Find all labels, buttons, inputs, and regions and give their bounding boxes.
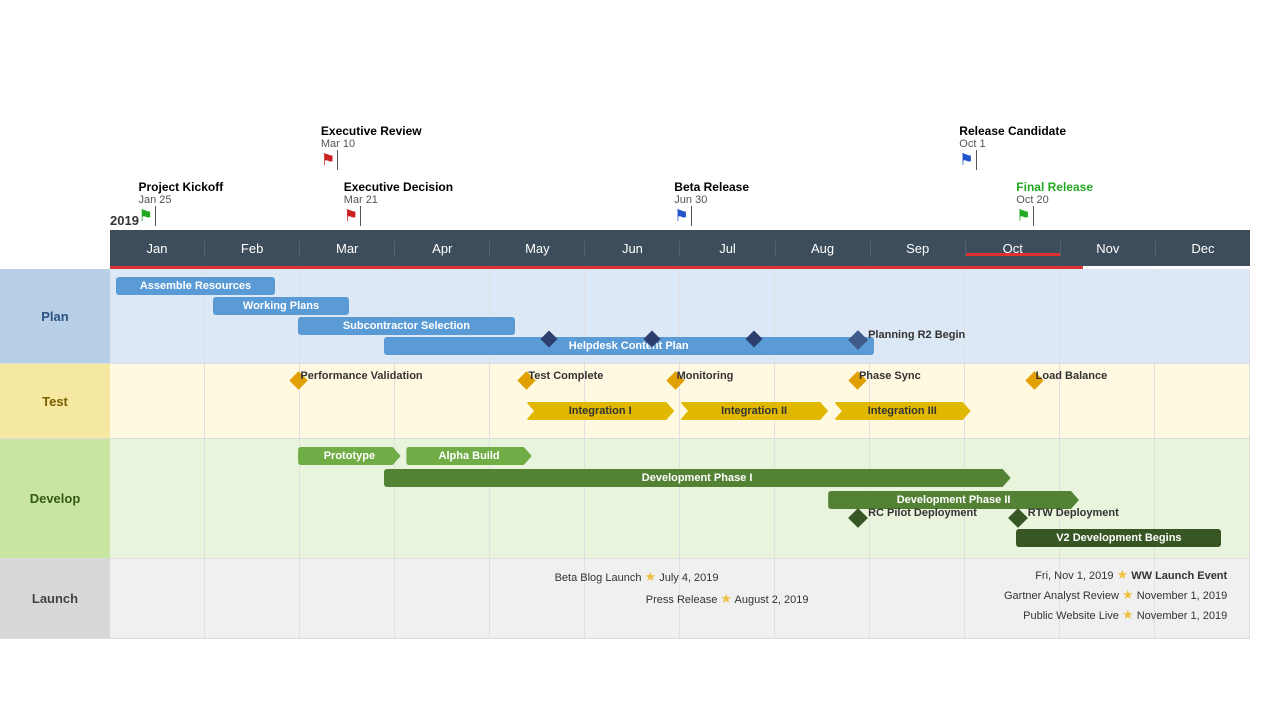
milestone-exec-decision: Executive Decision Mar 21 ⚑ (344, 180, 453, 226)
milestones-area: 2019 Project Kickoff Jan 25 ⚑ Executive … (110, 20, 1250, 230)
month-apr: Apr (395, 241, 490, 256)
row-test-content: Performance Validation Test Complete Mon… (110, 364, 1250, 438)
diamond-rtw (1008, 508, 1028, 528)
label-test-complete: Test Complete (528, 370, 603, 382)
bar-assemble-resources: Assemble Resources (116, 277, 276, 295)
label-load-balance: Load Balance (1036, 370, 1108, 382)
milestone-project-kickoff: Project Kickoff Jan 25 ⚑ (139, 180, 224, 226)
gantt-chart: 2019 Project Kickoff Jan 25 ⚑ Executive … (0, 0, 1280, 720)
row-plan-content: Assemble Resources Working Plans Subcont… (110, 269, 1250, 363)
gantt-area: Plan Assemble Resources Working Plans Su… (0, 269, 1250, 639)
year-label: 2019 (110, 213, 139, 228)
row-test: Test Performance Validation Test Complet… (0, 364, 1250, 439)
milestone-release-candidate: Release Candidate Oct 1 ⚑ (959, 124, 1066, 170)
row-plan: Plan Assemble Resources Working Plans Su… (0, 269, 1250, 364)
label-rc-pilot: RC Pilot Deployment (868, 507, 977, 519)
bar-integration-ii: Integration II (680, 402, 828, 420)
label-rtw: RTW Deployment (1028, 507, 1119, 519)
row-develop-content: Prototype Alpha Build Development Phase … (110, 439, 1250, 558)
row-plan-label: Plan (0, 269, 110, 363)
row-launch: Launch Beta Blog Launch ★ July 4, 2019 P… (0, 559, 1250, 639)
label-phase-sync: Phase Sync (859, 370, 921, 382)
milestone-final-release: Final Release Oct 20 ⚑ (1016, 180, 1093, 226)
bar-working-plans: Working Plans (213, 297, 350, 315)
bar-dev-phase-i: Development Phase I (384, 469, 1011, 487)
row-develop: Develop Prototype Alpha Build Developmen… (0, 439, 1250, 559)
month-nov: Nov (1061, 241, 1156, 256)
bar-integration-iii: Integration III (834, 402, 971, 420)
month-mar: Mar (300, 241, 395, 256)
month-feb: Feb (205, 241, 300, 256)
label-perf-validation: Performance Validation (300, 370, 422, 382)
month-aug: Aug (776, 241, 871, 256)
bar-subcontractor-selection: Subcontractor Selection (298, 317, 515, 335)
bar-integration-i: Integration I (526, 402, 674, 420)
bar-alpha-build: Alpha Build (406, 447, 531, 465)
label-monitoring: Monitoring (677, 370, 734, 382)
bar-prototype: Prototype (298, 447, 401, 465)
row-launch-label: Launch (0, 559, 110, 638)
month-dec: Dec (1156, 241, 1250, 256)
milestone-exec-review: Executive Review Mar 10 ⚑ (321, 124, 422, 170)
bar-v2-dev: V2 Development Begins (1016, 529, 1221, 547)
month-jan: Jan (110, 241, 205, 256)
event-gartner: Gartner Analyst Review ★ November 1, 201… (1004, 587, 1227, 603)
event-ww-launch: Fri, Nov 1, 2019 ★ WW Launch Event (1035, 567, 1227, 583)
row-develop-label: Develop (0, 439, 110, 558)
month-oct: Oct (966, 241, 1061, 256)
month-sep: Sep (871, 241, 966, 256)
diamond-rc-pilot (848, 508, 868, 528)
row-launch-content: Beta Blog Launch ★ July 4, 2019 Press Re… (110, 559, 1250, 638)
month-jun: Jun (585, 241, 680, 256)
bar-helpdesk-content-plan: Helpdesk Content Plan (384, 337, 874, 355)
event-beta-blog: Beta Blog Launch ★ July 4, 2019 (555, 569, 719, 585)
month-may: May (490, 241, 585, 256)
milestone-beta-release: Beta Release Jun 30 ⚑ (674, 180, 749, 226)
label-planning-r2: Planning R2 Begin (868, 329, 965, 341)
timeline-header: Jan Feb Mar Apr May Jun Jul Aug Sep Oct … (110, 230, 1250, 266)
event-public-website: Public Website Live ★ November 1, 2019 (1023, 607, 1227, 623)
row-test-label: Test (0, 364, 110, 438)
event-press-release: Press Release ★ August 2, 2019 (646, 591, 809, 607)
month-jul: Jul (680, 241, 775, 256)
